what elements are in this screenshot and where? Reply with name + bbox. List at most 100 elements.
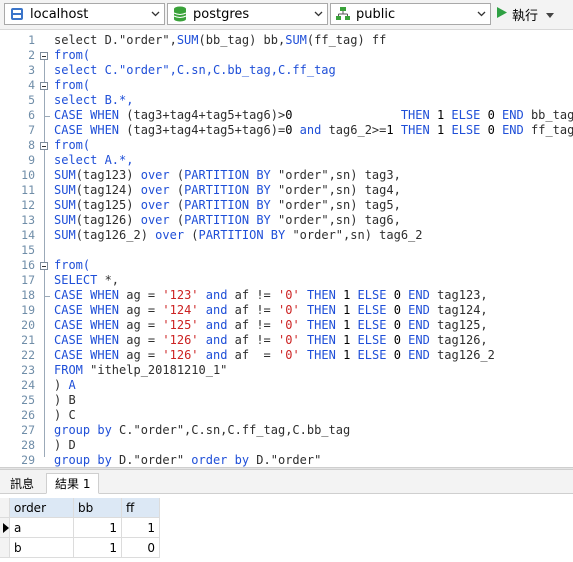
line-number: 4: [28, 78, 35, 92]
grid-cell[interactable]: b: [10, 538, 74, 558]
code-token: and: [299, 123, 322, 137]
code-line: 17 SELECT *,: [0, 273, 573, 288]
code-token: END: [502, 108, 524, 122]
code-token: '0': [278, 288, 300, 302]
database-select[interactable]: postgres: [167, 3, 328, 25]
fold-toggle[interactable]: [40, 82, 48, 90]
code-token: THEN: [400, 108, 430, 122]
column-header[interactable]: ff: [122, 498, 160, 518]
table-row[interactable]: a11: [0, 518, 160, 538]
grid-header-row: order bb ff: [0, 498, 160, 518]
code-text: CASE WHEN ag = '123' and af != '0' THEN …: [54, 288, 488, 303]
code-token: 0: [393, 348, 401, 362]
code-text: select B.*,: [54, 93, 133, 108]
line-number: 24: [21, 378, 35, 392]
code-text: group by D."order" order by D."order": [54, 453, 321, 467]
line-number: 26: [21, 408, 35, 422]
grid-cell[interactable]: 1: [122, 518, 160, 538]
code-token: over: [140, 198, 170, 212]
line-number: 27: [21, 423, 35, 437]
code-token: '0': [278, 348, 300, 362]
table-row[interactable]: b10: [0, 538, 160, 558]
row-selector[interactable]: [0, 518, 10, 538]
schema-icon: [335, 6, 351, 22]
code-token: SUM: [54, 168, 76, 182]
code-text: from(: [54, 48, 90, 63]
code-line: 24) A: [0, 378, 573, 393]
column-header[interactable]: bb: [74, 498, 122, 518]
code-token: 0: [487, 108, 495, 122]
chevron-down-icon: [471, 4, 490, 24]
code-token: ELSE: [357, 288, 387, 302]
code-token: SELECT: [54, 273, 98, 287]
code-line: 29 group by D."order" order by D."order": [0, 453, 573, 467]
run-button[interactable]: 執行: [496, 4, 555, 24]
fold-toggle[interactable]: [40, 52, 48, 60]
line-number: 21: [21, 333, 35, 347]
code-text: SUM(tag124) over (PARTITION BY "order",s…: [54, 183, 401, 198]
line-number: 23: [21, 363, 35, 377]
sql-editor[interactable]: 1 select D."order",SUM(bb_tag) bb,SUM(ff_…: [0, 31, 573, 467]
schema-select[interactable]: public: [330, 3, 491, 25]
grid-cell[interactable]: 0: [122, 538, 160, 558]
fold-toggle[interactable]: [40, 262, 48, 270]
code-token: over: [140, 213, 170, 227]
code-token: tag6_2>=: [321, 123, 387, 137]
connection-select[interactable]: localhost: [4, 3, 165, 25]
database-icon: [172, 6, 188, 22]
code-token: '0': [278, 318, 300, 332]
code-text: from(: [54, 258, 90, 273]
code-token: SUM: [54, 213, 76, 227]
grid-cell[interactable]: a: [10, 518, 74, 538]
fold-end: [44, 116, 50, 117]
fold-guide: [44, 150, 45, 262]
code-token: THEN: [306, 288, 336, 302]
connection-value: localhost: [30, 6, 89, 22]
code-line: 21 CASE WHEN ag = '126' and af != '0' THE…: [0, 333, 573, 348]
code-token: (tag126_2): [75, 228, 156, 242]
code-token: over: [140, 183, 170, 197]
code-token: ag =: [119, 318, 163, 332]
code-token: (: [169, 213, 185, 227]
line-number: 22: [21, 348, 35, 362]
code-token: CASE WHEN: [54, 303, 120, 317]
code-token: tag123,: [429, 288, 488, 302]
grid-cell[interactable]: 1: [74, 518, 122, 538]
code-token: PARTITION BY: [184, 198, 271, 212]
code-line: 14 SUM(tag126_2) over (PARTITION BY "orde…: [0, 228, 573, 243]
fold-toggle[interactable]: [40, 142, 48, 150]
code-token: THEN: [306, 333, 336, 347]
chevron-down-icon[interactable]: [546, 7, 555, 21]
code-token: and: [205, 303, 228, 317]
code-token: (tag3+tag4+tag5+tag6)=: [119, 123, 286, 137]
code-line: 22 CASE WHEN ag = '126' and af = '0' THEN…: [0, 348, 573, 363]
code-line: 12 SUM(tag125) over (PARTITION BY "order"…: [0, 198, 573, 213]
code-token: SUM: [285, 33, 307, 47]
code-token: and: [205, 318, 228, 332]
code-token: '124': [162, 303, 199, 317]
fold-end: [44, 296, 50, 297]
row-selector[interactable]: [0, 498, 10, 518]
code-token: PARTITION BY: [184, 213, 271, 227]
code-token: af =: [227, 348, 279, 362]
code-token: ag =: [119, 288, 163, 302]
grid-cell[interactable]: 1: [74, 538, 122, 558]
tab-messages[interactable]: 訊息: [2, 473, 42, 494]
tab-result-1-label: 結果 1: [55, 477, 91, 491]
code-token: D."order": [111, 453, 192, 467]
code-token: af !=: [227, 303, 279, 317]
tab-result-1[interactable]: 結果 1: [46, 473, 100, 494]
code-token: SUM: [54, 228, 76, 242]
column-header[interactable]: order: [10, 498, 74, 518]
row-selector[interactable]: [0, 538, 10, 558]
code-token: ) C: [54, 408, 76, 422]
chevron-down-icon: [308, 4, 327, 24]
